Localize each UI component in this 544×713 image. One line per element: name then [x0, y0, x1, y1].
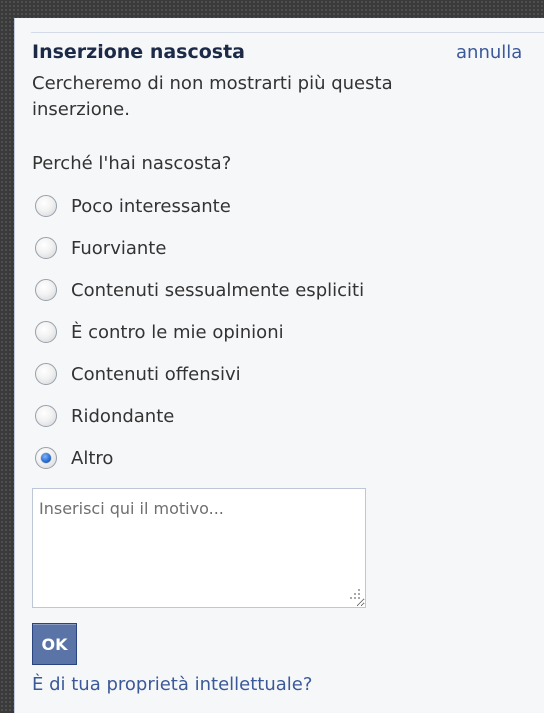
- option-poco-interessante[interactable]: Poco interessante: [35, 193, 231, 219]
- radio-button[interactable]: [35, 195, 57, 217]
- resize-grip-icon[interactable]: [349, 588, 361, 600]
- radio-button[interactable]: [35, 237, 57, 259]
- option-altro[interactable]: Altro: [35, 445, 113, 471]
- panel-title: Inserzione nascosta: [32, 41, 245, 63]
- radio-button-selected[interactable]: [35, 447, 57, 469]
- option-label: Contenuti sessualmente espliciti: [71, 279, 365, 301]
- divider: [31, 32, 544, 33]
- option-label: Poco interessante: [71, 195, 231, 217]
- radio-button[interactable]: [35, 321, 57, 343]
- radio-button[interactable]: [35, 279, 57, 301]
- hidden-message: Cercheremo di non mostrarti più questa i…: [32, 73, 393, 120]
- intellectual-property-link[interactable]: È di tua proprietà intellettuale?: [32, 674, 312, 695]
- option-label: È contro le mie opinioni: [71, 321, 284, 343]
- option-contenuti-offensivi[interactable]: Contenuti offensivi: [35, 361, 241, 387]
- question-label: Perché l'hai nascosta?: [32, 153, 232, 174]
- option-ridondante[interactable]: Ridondante: [35, 403, 174, 429]
- option-contro-opinioni[interactable]: È contro le mie opinioni: [35, 319, 284, 345]
- ok-button[interactable]: OK: [32, 623, 77, 665]
- option-contenuti-sessuali[interactable]: Contenuti sessualmente espliciti: [35, 277, 364, 303]
- option-label: Altro: [71, 447, 114, 469]
- radio-button[interactable]: [35, 363, 57, 385]
- radio-button[interactable]: [35, 405, 57, 427]
- option-label: Contenuti offensivi: [71, 363, 241, 385]
- option-label: Ridondante: [71, 405, 175, 427]
- hidden-ad-panel: Inserzione nascosta annulla Cercheremo d…: [14, 18, 544, 713]
- option-label: Fuorviante: [71, 237, 167, 259]
- option-fuorviante[interactable]: Fuorviante: [35, 235, 166, 261]
- reason-textarea[interactable]: [32, 488, 366, 608]
- undo-link[interactable]: annulla: [456, 42, 522, 63]
